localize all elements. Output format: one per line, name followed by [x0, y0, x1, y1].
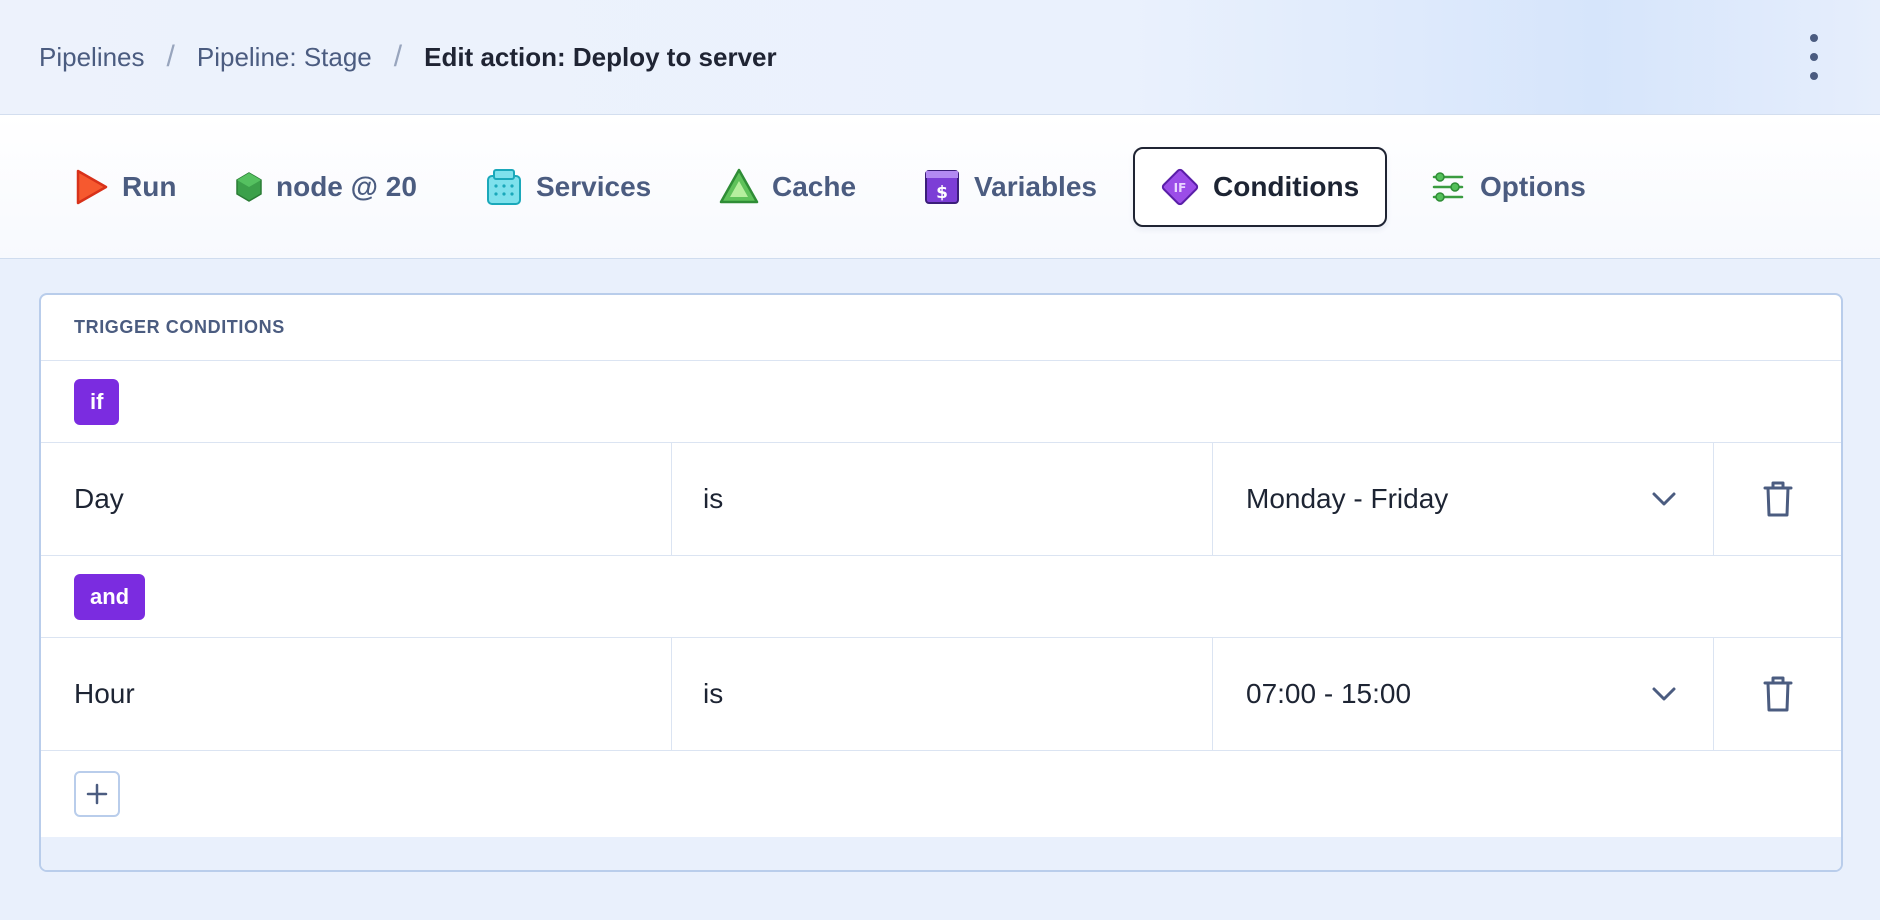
trigger-conditions-panel: TRIGGER CONDITIONS if Day is Monday - Fr…: [39, 293, 1843, 872]
condition-field[interactable]: Day: [41, 443, 672, 555]
dollar-icon: $: [925, 170, 959, 204]
tab-variables[interactable]: $ Variables: [898, 147, 1121, 227]
condition-row: Day is Monday - Friday: [41, 443, 1841, 556]
tab-label: Run: [122, 171, 177, 202]
condition-comparator[interactable]: is: [672, 638, 1213, 750]
breadcrumb-separator: /: [393, 40, 403, 73]
breadcrumb: Pipelines / Pipeline: Stage / Edit actio…: [39, 40, 777, 74]
breadcrumb-pipelines[interactable]: Pipelines: [39, 42, 145, 73]
tab-label: Conditions: [1213, 171, 1360, 202]
action-tabs: Run node @ 20 Services Cache $ Variables: [0, 115, 1880, 259]
services-icon: [487, 169, 521, 205]
sliders-icon: [1432, 172, 1464, 202]
condition-field[interactable]: Hour: [41, 638, 672, 750]
tab-label: Variables: [974, 171, 1097, 202]
tab-label: Cache: [772, 171, 857, 202]
play-icon: [76, 169, 108, 205]
hexagon-icon: [236, 172, 262, 202]
if-operator-badge: if: [74, 378, 120, 425]
chevron-down-icon: [1652, 687, 1676, 701]
trash-icon: [1763, 481, 1792, 517]
tab-label: Options: [1480, 171, 1586, 202]
add-condition-row: [41, 751, 1841, 836]
plus-icon: [86, 783, 108, 804]
page-title: Edit action: Deploy to server: [424, 41, 777, 72]
panel-title: TRIGGER CONDITIONS: [41, 295, 1841, 361]
page-header: Pipelines / Pipeline: Stage / Edit actio…: [0, 0, 1880, 115]
tab-node[interactable]: node @ 20: [210, 147, 441, 227]
chevron-down-icon: [1652, 492, 1676, 506]
trash-icon: [1763, 676, 1792, 712]
tab-conditions[interactable]: IF Conditions: [1133, 147, 1387, 227]
tab-options[interactable]: Options: [1404, 147, 1610, 227]
condition-comparator[interactable]: is: [672, 443, 1213, 555]
condition-row: Hour is 07:00 - 15:00: [41, 638, 1841, 751]
condition-value: 07:00 - 15:00: [1246, 678, 1412, 709]
triangle-icon: [719, 168, 759, 204]
svg-text:IF: IF: [1174, 181, 1187, 195]
operator-row: if: [41, 361, 1841, 443]
tab-label: Services: [536, 171, 652, 202]
tab-services[interactable]: Services: [460, 147, 675, 227]
delete-condition-button[interactable]: [1714, 638, 1841, 750]
delete-condition-button[interactable]: [1714, 443, 1841, 555]
condition-value-select[interactable]: Monday - Friday: [1213, 443, 1714, 555]
operator-row: and: [41, 556, 1841, 638]
breadcrumb-pipeline-stage[interactable]: Pipeline: Stage: [197, 42, 372, 73]
breadcrumb-separator: /: [166, 40, 175, 73]
tab-run[interactable]: Run: [46, 147, 200, 227]
tab-label: node @ 20: [276, 171, 417, 202]
more-options-icon[interactable]: [1802, 34, 1826, 80]
if-diamond-icon: IF: [1161, 168, 1199, 206]
condition-value-select[interactable]: 07:00 - 15:00: [1213, 638, 1714, 750]
tab-cache[interactable]: Cache: [694, 147, 880, 227]
condition-value: Monday - Friday: [1246, 483, 1449, 514]
add-condition-button[interactable]: [74, 770, 120, 817]
svg-text:$: $: [936, 183, 948, 203]
panel-footer: [41, 837, 1841, 870]
and-operator-badge[interactable]: and: [74, 573, 146, 620]
